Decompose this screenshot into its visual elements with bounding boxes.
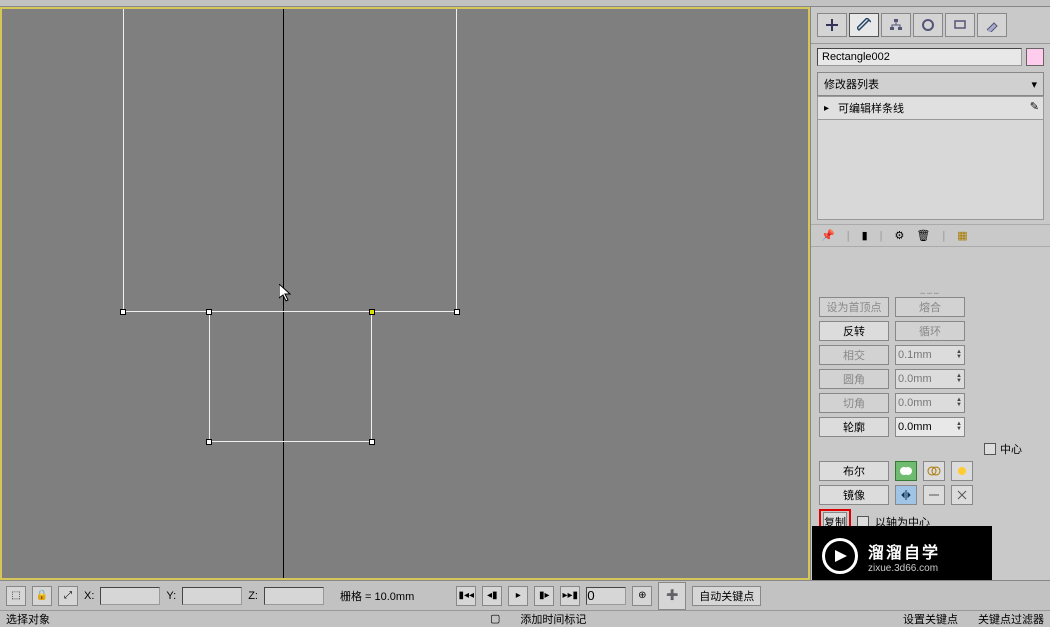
hierarchy-tab[interactable] — [881, 13, 911, 37]
selection-lock-icon[interactable]: ⬚ — [6, 586, 26, 606]
watermark-url: zixue.3d66.com — [868, 563, 940, 574]
mirror-h-icon[interactable] — [895, 485, 917, 505]
time-tag-icon[interactable]: ▢ — [490, 612, 500, 625]
watermark-logo-icon — [822, 538, 858, 574]
outline-spinner[interactable]: 0.0mm▲▼ — [895, 417, 965, 437]
modify-tab[interactable] — [849, 13, 879, 37]
boolean-union-icon[interactable] — [895, 461, 917, 481]
x-input[interactable] — [100, 587, 160, 605]
cycle-button[interactable]: 循环 — [895, 321, 965, 341]
add-time-tag-label[interactable]: 添加时间标记 — [520, 611, 586, 627]
z-label: Z: — [248, 590, 258, 602]
timeline-bar: ⬚ 🔒 ⤢ X: Y: Z: 栅格 = 10.0mm ▮◂◂ ◂▮ ▸ ▮▸ ▸… — [0, 580, 1050, 610]
next-frame-icon[interactable]: ▮▸ — [534, 586, 554, 606]
vertex[interactable] — [120, 309, 126, 315]
goto-start-icon[interactable]: ▮◂◂ — [456, 586, 476, 606]
absolute-mode-icon[interactable]: ⤢ — [58, 586, 78, 606]
top-toolbar — [0, 0, 1050, 7]
vertex-selected[interactable] — [369, 309, 375, 315]
spline-upper-rect[interactable] — [123, 9, 457, 312]
intersect-button[interactable]: 相交 — [819, 345, 889, 365]
motion-tab[interactable] — [913, 13, 943, 37]
watermark-title: 溜溜自学 — [868, 539, 940, 563]
status-text: 选择对象 — [6, 611, 50, 627]
rollout-drag-handle[interactable]: ┄┄┄ — [819, 289, 1042, 293]
create-tab[interactable] — [817, 13, 847, 37]
boolean-subtract-icon[interactable] — [923, 461, 945, 481]
weld-button[interactable]: 熔合 — [895, 297, 965, 317]
center-checkbox[interactable] — [984, 443, 996, 455]
modifier-stack[interactable] — [817, 120, 1044, 220]
boolean-button[interactable]: 布尔 — [819, 461, 889, 481]
y-input[interactable] — [182, 587, 242, 605]
outline-button[interactable]: 轮廓 — [819, 417, 889, 437]
prev-frame-icon[interactable]: ◂▮ — [482, 586, 502, 606]
viewport[interactable] — [0, 7, 810, 580]
grid-label: 栅格 = 10.0mm — [340, 588, 414, 604]
configure-sets-icon[interactable]: ▦ — [957, 229, 967, 242]
vertex[interactable] — [369, 439, 375, 445]
vertex[interactable] — [206, 439, 212, 445]
auto-key-button[interactable]: 自动关键点 — [692, 586, 761, 606]
edit-icon: ✎ — [1030, 100, 1039, 113]
intersect-spinner[interactable]: 0.1mm▲▼ — [895, 345, 965, 365]
modifier-toolbar: 📌 | ▮ | ⚙ 🗑 | ▦ — [811, 224, 1050, 247]
remove-modifier-icon[interactable]: 🗑 — [916, 229, 930, 242]
chamfer-spinner[interactable]: 0.0mm▲▼ — [895, 393, 965, 413]
vertex[interactable] — [454, 309, 460, 315]
mirror-button[interactable]: 镜像 — [819, 485, 889, 505]
mirror-v-icon[interactable] — [923, 485, 945, 505]
center-label: 中心 — [1000, 441, 1022, 457]
vertex[interactable] — [206, 309, 212, 315]
chamfer-button[interactable]: 切角 — [819, 393, 889, 413]
expand-icon[interactable] — [824, 102, 829, 114]
z-input[interactable] — [264, 587, 324, 605]
fillet-spinner[interactable]: 0.0mm▲▼ — [895, 369, 965, 389]
time-config-icon[interactable]: ⊕ — [632, 586, 652, 606]
key-mode-icon[interactable]: ➕ — [658, 582, 686, 610]
command-panel-tabs — [811, 7, 1050, 44]
x-label: X: — [84, 590, 94, 602]
modifier-editable-spline[interactable]: 可编辑样条线 ✎ — [817, 96, 1044, 120]
modifier-list-dropdown[interactable]: 修改器列表▾ — [817, 72, 1044, 96]
goto-end-icon[interactable]: ▸▸▮ — [560, 586, 580, 606]
reverse-button[interactable]: 反转 — [819, 321, 889, 341]
object-name-input[interactable] — [817, 48, 1022, 66]
utilities-tab[interactable] — [977, 13, 1007, 37]
make-first-vertex-button[interactable]: 设为首顶点 — [819, 297, 889, 317]
show-end-result-icon[interactable]: ▮ — [862, 229, 868, 242]
key-filters-label[interactable]: 关键点过滤器 — [978, 611, 1044, 627]
object-color-swatch[interactable] — [1026, 48, 1044, 66]
lock-icon[interactable]: 🔒 — [32, 586, 52, 606]
set-key-label[interactable]: 设置关键点 — [903, 611, 958, 627]
fillet-button[interactable]: 圆角 — [819, 369, 889, 389]
spline-lower-rect[interactable] — [209, 312, 372, 442]
status-bar: 选择对象 ▢ 添加时间标记 设置关键点 关键点过滤器 — [0, 610, 1050, 626]
command-panel: 修改器列表▾ 可编辑样条线 ✎ 📌 | ▮ | ⚙ 🗑 | ▦ ┄┄┄ 设为首顶… — [810, 7, 1050, 580]
mirror-both-icon[interactable] — [951, 485, 973, 505]
boolean-intersect-icon[interactable] — [951, 461, 973, 481]
watermark: 溜溜自学 zixue.3d66.com — [812, 526, 992, 586]
display-tab[interactable] — [945, 13, 975, 37]
y-label: Y: — [166, 590, 176, 602]
make-unique-icon[interactable]: ⚙ — [894, 229, 904, 242]
current-frame-input[interactable] — [586, 587, 626, 605]
pin-stack-icon[interactable]: 📌 — [821, 229, 835, 242]
play-icon[interactable]: ▸ — [508, 586, 528, 606]
